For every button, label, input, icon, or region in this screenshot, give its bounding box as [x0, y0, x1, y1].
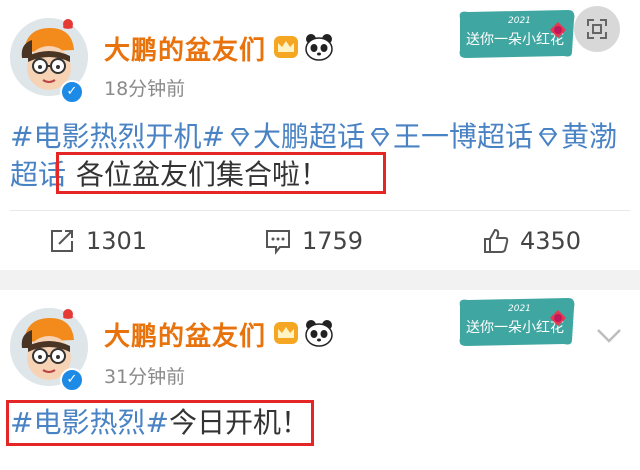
- username[interactable]: 大鹏的盆友们: [104, 30, 266, 67]
- like-button[interactable]: 4350: [482, 224, 581, 258]
- like-count: 4350: [520, 227, 582, 255]
- badge-year: 2021: [508, 16, 531, 26]
- super-topic-link[interactable]: 黄渤: [561, 120, 617, 153]
- comment-count: 1759: [302, 227, 364, 255]
- post-timestamp: 18分钟前: [104, 78, 186, 100]
- crown-icon: [274, 36, 298, 58]
- highlight-box: [56, 152, 386, 194]
- super-topic-icon: [230, 128, 250, 147]
- comment-button[interactable]: 1759: [264, 224, 363, 258]
- badge-card[interactable]: 2021 送你一朵小红花: [456, 8, 578, 60]
- post-content: #电影热烈开机# 大鹏超话 王一博超话 黄渤: [10, 118, 630, 156]
- highlight-box: [6, 400, 314, 446]
- divider: [10, 210, 630, 211]
- super-topic-link[interactable]: 大鹏超话: [253, 120, 365, 153]
- post-card: ✓ 大鹏的盆友们 31分钟前 2021 送你一朵小红花 #电影热烈#今日开机！: [0, 290, 640, 470]
- badge-title: 送你一朵小红花: [466, 32, 564, 48]
- topic-link[interactable]: #电影热烈开机#: [10, 120, 225, 153]
- badge-card[interactable]: 2021 送你一朵小红花: [456, 296, 578, 348]
- repost-icon: [51, 230, 73, 252]
- chevron-down-icon[interactable]: [594, 326, 624, 346]
- comment-icon: [266, 230, 290, 255]
- verified-icon: ✓: [60, 80, 84, 104]
- expand-icon[interactable]: [574, 6, 620, 52]
- badge-year: 2021: [508, 304, 531, 314]
- post-timestamp: 31分钟前: [104, 366, 186, 388]
- panda-icon: [305, 34, 333, 61]
- super-topic-link[interactable]: 王一博超话: [393, 120, 533, 153]
- verified-icon: ✓: [60, 368, 84, 392]
- username[interactable]: 大鹏的盆友们: [104, 316, 266, 353]
- repost-button[interactable]: 1301: [48, 224, 147, 258]
- repost-count: 1301: [86, 227, 148, 255]
- post-card: ✓ 大鹏的盆友们 18分钟前 2021 送你一朵小红花 #电影热烈开机# 大鹏超话…: [0, 0, 640, 270]
- panda-icon: [305, 320, 333, 347]
- like-icon: [484, 228, 509, 253]
- super-topic-icon: [538, 128, 558, 147]
- badge-title: 送你一朵小红花: [466, 320, 564, 336]
- crown-icon: [274, 322, 298, 344]
- super-topic-icon: [370, 128, 390, 147]
